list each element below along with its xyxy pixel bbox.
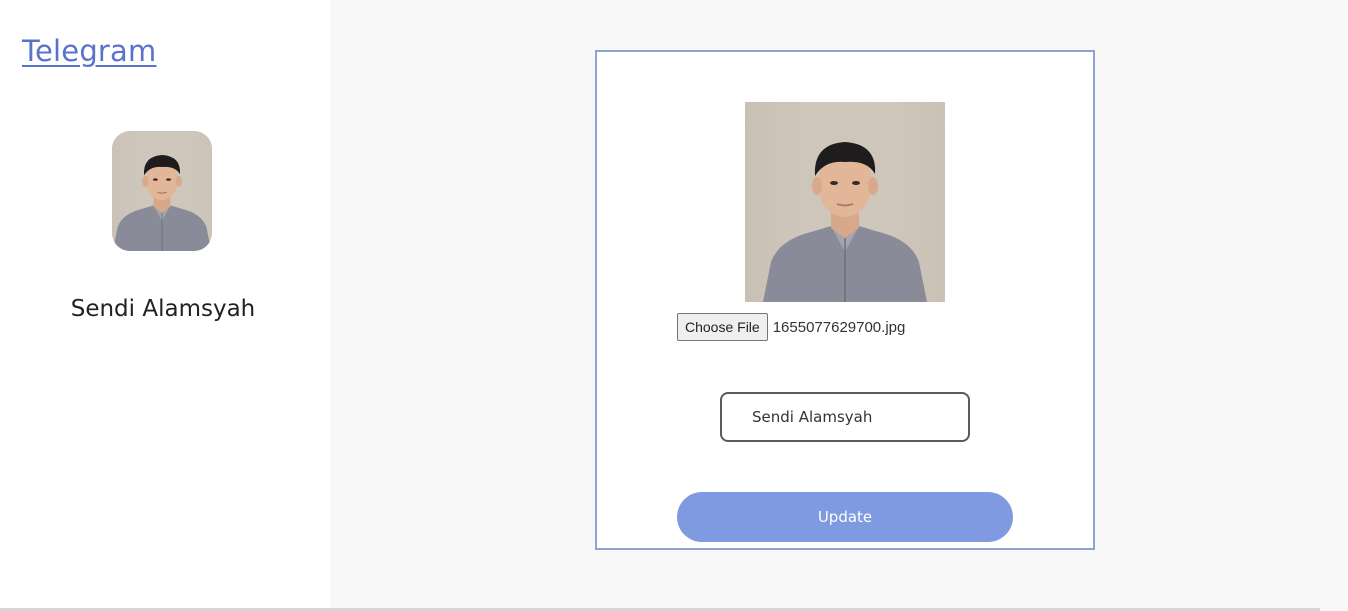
profile-name: Sendi Alamsyah xyxy=(70,296,256,322)
telegram-brand-link[interactable]: Telegram xyxy=(22,34,156,68)
selected-file-name: 1655077629700.jpg xyxy=(772,318,906,336)
sidebar: Telegram Sendi Alamsyah xyxy=(0,0,330,609)
edit-profile-card: Choose File 1655077629700.jpg Update xyxy=(595,50,1095,550)
file-upload: Choose File 1655077629700.jpg xyxy=(677,313,905,341)
name-input[interactable] xyxy=(720,392,970,442)
choose-file-button[interactable]: Choose File xyxy=(677,313,768,341)
person-photo-icon xyxy=(745,102,945,302)
person-photo-icon xyxy=(112,131,212,251)
profile-photo-preview xyxy=(745,102,945,302)
update-button[interactable]: Update xyxy=(677,492,1013,542)
avatar xyxy=(112,131,212,251)
